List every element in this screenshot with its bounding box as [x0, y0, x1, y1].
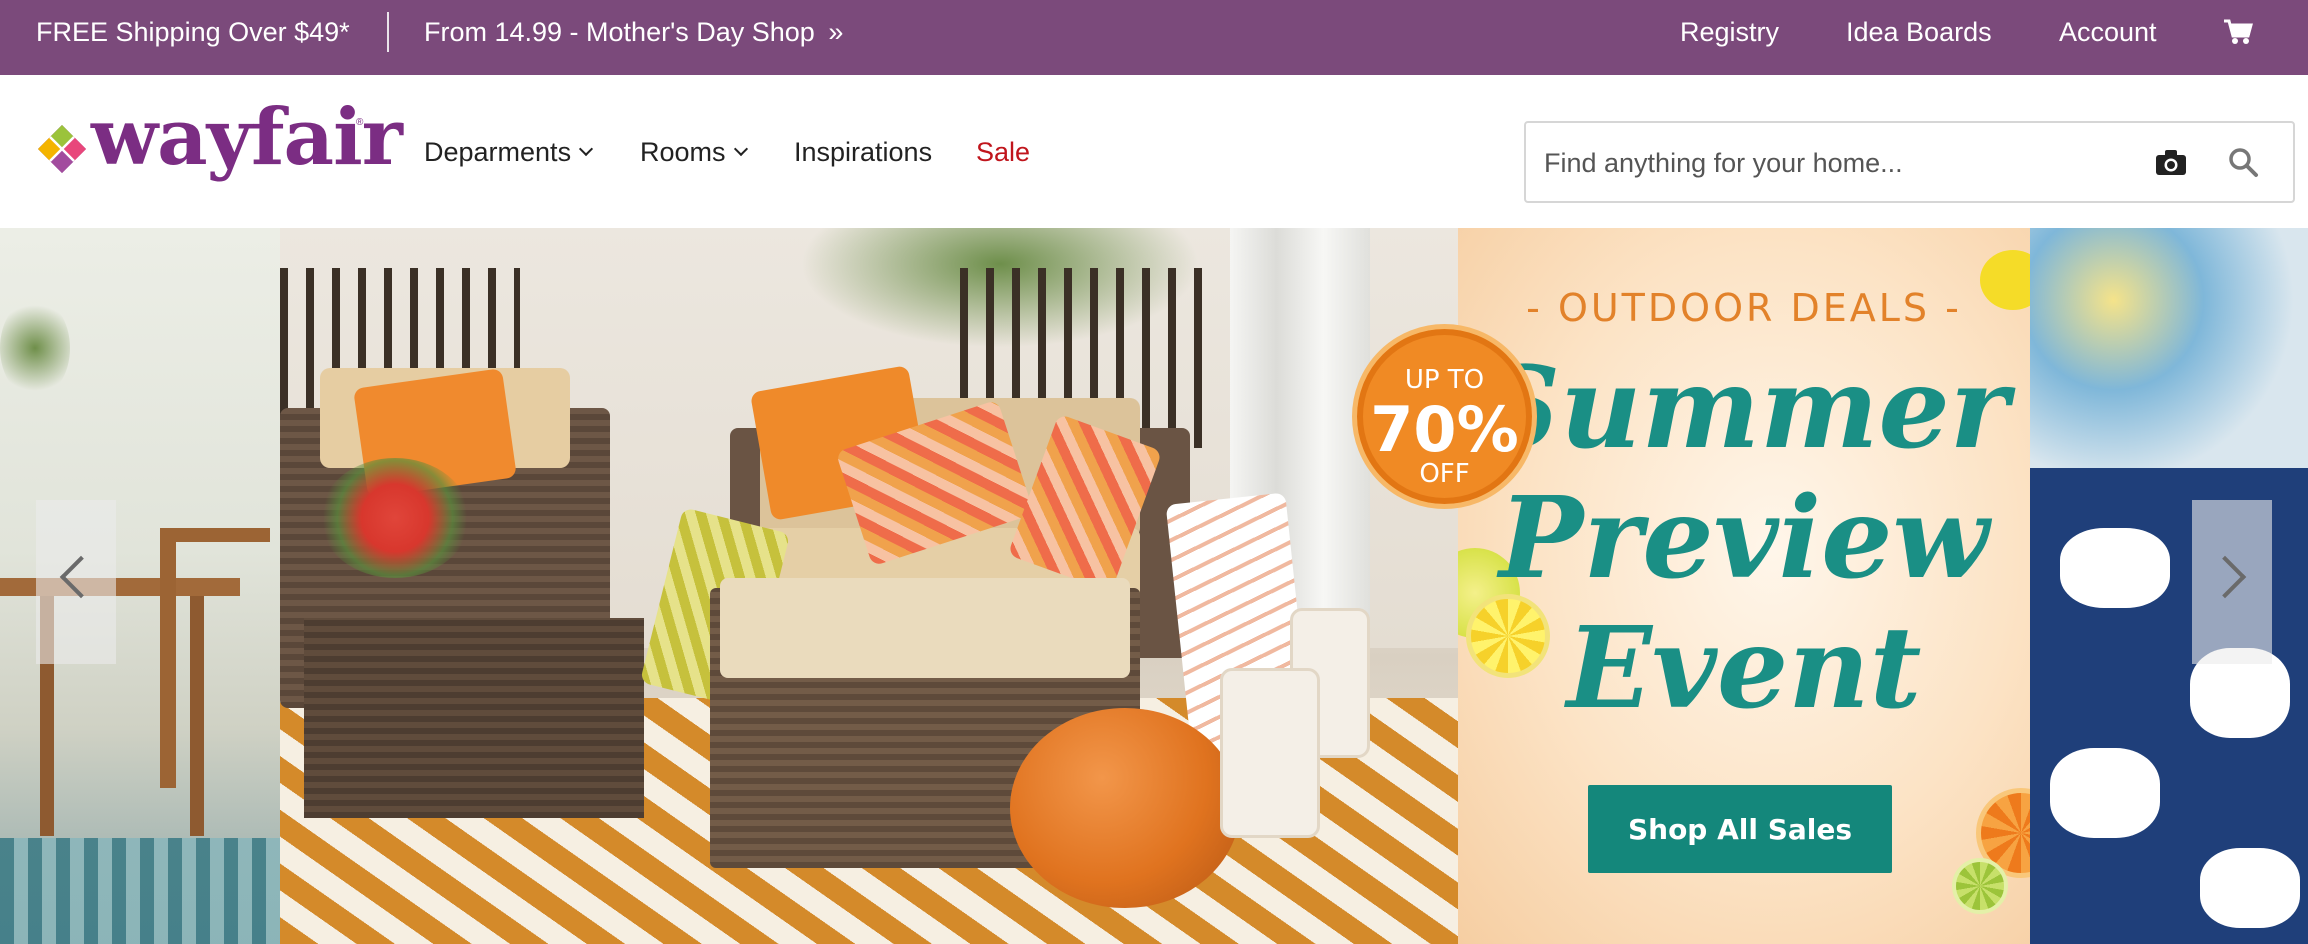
nav-rooms-label: Rooms [640, 136, 726, 167]
ottoman-cushion [720, 578, 1130, 678]
nav-departments[interactable]: Deparments [424, 75, 594, 228]
hero-carousel: - OUTDOOR DEALS - Summer Preview Event S… [0, 228, 2308, 944]
carousel-prev-button[interactable] [36, 500, 116, 664]
chevron-left-icon [59, 555, 103, 599]
chevron-right-icon [2203, 555, 2247, 599]
mothers-day-shop-label: From 14.99 - Mother's Day Shop [424, 17, 815, 47]
registry-link[interactable]: Registry [1680, 0, 1779, 75]
promo-bar: FREE Shipping Over $49* From 14.99 - Mot… [0, 0, 2308, 75]
rug-pattern-tile [2200, 848, 2300, 928]
badge-off: OFF [1419, 459, 1470, 489]
badge-up-to: UP TO [1404, 365, 1485, 395]
idea-boards-link[interactable]: Idea Boards [1846, 0, 1992, 75]
camera-icon [2156, 150, 2186, 175]
nav-inspirations[interactable]: Inspirations [794, 75, 932, 228]
search-icon [2229, 148, 2258, 177]
nav-sale-label: Sale [976, 136, 1031, 167]
search-submit-button[interactable] [2226, 145, 2260, 179]
chevron-down-icon [733, 141, 748, 156]
carousel-patio-image[interactable] [280, 228, 1458, 944]
account-link[interactable]: Account [2059, 0, 2157, 75]
promo-script-line-3: Event [1566, 603, 1922, 734]
rug-pattern-tile [2050, 748, 2160, 838]
rug-decoration [0, 838, 280, 944]
white-lantern [1220, 668, 1320, 838]
promo-script-line-2: Preview [1499, 473, 1989, 604]
lime-slice-decoration [1952, 858, 2008, 914]
wayfair-logo-mark-icon [38, 125, 86, 173]
outdoor-deals-heading: - OUTDOOR DEALS - [1526, 286, 1962, 330]
discount-badge: UP TO 70% OFF [1352, 324, 1537, 509]
promo-script-line-1: Summer [1479, 343, 2009, 474]
carousel-next-button[interactable] [2192, 500, 2272, 664]
cart-icon [2224, 19, 2253, 44]
site-header: wayfair ® Deparments Rooms Inspirations … [0, 75, 2308, 228]
search-box [1524, 121, 2295, 203]
mothers-day-shop-link[interactable]: From 14.99 - Mother's Day Shop » [424, 0, 843, 75]
free-shipping-link[interactable]: FREE Shipping Over $49* [36, 0, 350, 75]
rug-pattern-top [2030, 228, 2308, 468]
wicker-side-table [304, 618, 644, 818]
camera-search-button[interactable] [2154, 147, 2188, 179]
rug-pattern-tile [2060, 528, 2170, 608]
shop-all-sales-button[interactable]: Shop All Sales [1588, 785, 1892, 873]
wayfair-logo[interactable]: wayfair ® [36, 99, 403, 191]
nav-inspirations-label: Inspirations [794, 136, 933, 167]
trademark-mark: ® [356, 117, 364, 128]
nav-rooms[interactable]: Rooms [640, 75, 748, 228]
flower-vase [320, 458, 470, 578]
plant-decoration [0, 298, 70, 398]
badge-percent: 70% [1370, 393, 1519, 466]
wayfair-logo-text: wayfair [91, 92, 403, 183]
promo-divider [387, 12, 389, 52]
nav-departments-label: Deparments [424, 136, 572, 167]
nav-sale[interactable]: Sale [976, 75, 1030, 228]
summer-preview-promo: - OUTDOOR DEALS - Summer Preview Event S… [1458, 228, 2030, 944]
double-chevron-right-icon: » [828, 17, 844, 47]
orange-pouf [1010, 708, 1240, 908]
cart-button[interactable] [2223, 18, 2253, 46]
search-input[interactable] [1544, 139, 2124, 187]
chevron-down-icon [579, 141, 594, 156]
chair-decoration [160, 528, 270, 788]
